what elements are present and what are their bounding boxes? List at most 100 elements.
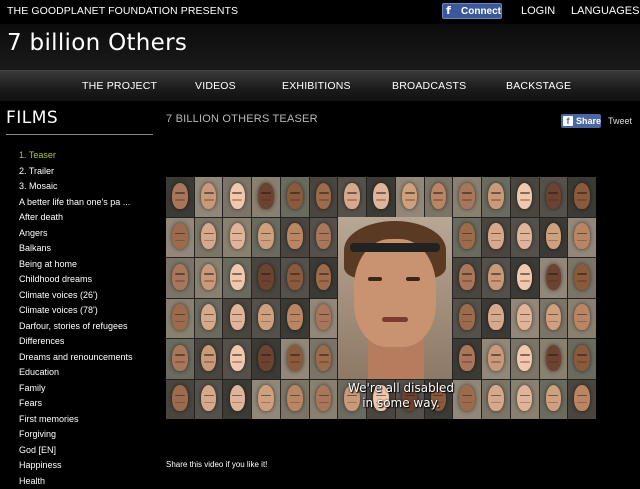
languages-label: LANGUAGES: [571, 5, 639, 17]
film-list-item[interactable]: Climate voices (26'): [19, 288, 133, 304]
film-list-item[interactable]: Climate voices (78'): [19, 303, 133, 319]
mosaic-face: [166, 299, 194, 339]
film-list-item[interactable]: Angers: [19, 226, 133, 242]
mosaic-face: [540, 339, 568, 379]
mosaic-face: [482, 258, 510, 298]
mosaic-face: [310, 299, 338, 339]
mosaic-face: [166, 258, 194, 298]
film-list-item[interactable]: 3. Mosaic: [19, 179, 133, 195]
mosaic-face: [195, 299, 223, 339]
mosaic-face: [453, 339, 481, 379]
mosaic-face: [223, 299, 251, 339]
mosaic-face: [252, 218, 280, 258]
nav-backstage[interactable]: BACKSTAGE: [506, 80, 571, 92]
film-list-item[interactable]: After death: [19, 210, 133, 226]
mosaic-face: [425, 177, 453, 217]
languages-menu[interactable]: LANGUAGES▼: [571, 5, 640, 17]
nav-broadcasts[interactable]: BROADCASTS: [392, 80, 466, 92]
mosaic-face: [281, 339, 309, 379]
film-list-item[interactable]: A better life than one's pa ...: [19, 195, 133, 211]
share-label: Share: [576, 116, 601, 126]
facebook-icon: f: [444, 4, 453, 18]
mosaic-face: [453, 218, 481, 258]
video-subtitle: We're all disabled in some way.: [326, 381, 476, 411]
nav-the-project[interactable]: THE PROJECT: [82, 80, 157, 92]
mosaic-face: [482, 177, 510, 217]
mosaic-face: [568, 339, 596, 379]
mosaic-face: [511, 218, 539, 258]
film-list-item[interactable]: Education: [19, 365, 133, 381]
mosaic-face: [511, 299, 539, 339]
mosaic-face: [310, 218, 338, 258]
facebook-share-button[interactable]: f Share: [561, 114, 601, 128]
mosaic-face: [511, 258, 539, 298]
mosaic-face: [568, 258, 596, 298]
login-link[interactable]: LOGIN: [521, 5, 555, 17]
mosaic-face: [195, 258, 223, 298]
films-heading: FILMS: [6, 108, 58, 128]
film-list-item[interactable]: Darfour, stories of refugees: [19, 319, 133, 335]
film-list-item[interactable]: Health: [19, 474, 133, 489]
film-list-item[interactable]: Fears: [19, 396, 133, 412]
film-list-item[interactable]: Being at home: [19, 257, 133, 273]
mosaic-face: [540, 177, 568, 217]
facebook-icon: f: [563, 116, 573, 126]
film-list-item[interactable]: First memories: [19, 412, 133, 428]
mosaic-face: [396, 177, 424, 217]
films-divider: [6, 134, 153, 135]
mosaic-face: [195, 177, 223, 217]
film-list-item[interactable]: Dreams and renouncements: [19, 350, 133, 366]
mosaic-face: [540, 218, 568, 258]
nav-exhibitions[interactable]: EXHIBITIONS: [282, 80, 351, 92]
mosaic-face: [281, 218, 309, 258]
mosaic-face: [482, 299, 510, 339]
video-title: 7 BILLION OTHERS TEASER: [166, 113, 318, 125]
mosaic-face: [511, 177, 539, 217]
mosaic-face: [223, 380, 251, 420]
mosaic-face: [223, 177, 251, 217]
mosaic-face: [310, 177, 338, 217]
mosaic-face: [568, 218, 596, 258]
mosaic-face: [540, 380, 568, 420]
mosaic-face: [223, 258, 251, 298]
film-list-item[interactable]: Happiness: [19, 458, 133, 474]
mosaic-face: [252, 380, 280, 420]
mosaic-face: [482, 380, 510, 420]
mosaic-face: [511, 380, 539, 420]
mosaic-face: [482, 218, 510, 258]
mosaic-face: [453, 258, 481, 298]
mosaic-face: [568, 299, 596, 339]
share-prompt: Share this video if you like it!: [166, 460, 267, 469]
subtitle-line-2: in some way.: [326, 396, 476, 411]
mosaic-face: [166, 177, 194, 217]
mosaic-face: [166, 218, 194, 258]
mosaic-face: [310, 258, 338, 298]
subtitle-line-1: We're all disabled: [326, 381, 476, 396]
video-player[interactable]: We're all disabled in some way.: [166, 177, 596, 419]
film-list-item[interactable]: God [EN]: [19, 443, 133, 459]
facebook-connect-button[interactable]: f Connect: [442, 3, 502, 19]
connect-label: Connect: [461, 6, 501, 17]
film-list-item[interactable]: Forgiving: [19, 427, 133, 443]
mosaic-face: [195, 380, 223, 420]
tweet-button[interactable]: Tweet: [608, 116, 632, 126]
mosaic-face: [252, 258, 280, 298]
mosaic-face: [223, 218, 251, 258]
mosaic-face: [281, 380, 309, 420]
mosaic-face: [310, 339, 338, 379]
film-list-item[interactable]: Childhood dreams: [19, 272, 133, 288]
site-title[interactable]: 7 billion Others: [7, 30, 187, 56]
mosaic-face: [568, 380, 596, 420]
film-list-item[interactable]: Differences: [19, 334, 133, 350]
mosaic-face: [482, 339, 510, 379]
film-list-item[interactable]: Balkans: [19, 241, 133, 257]
mosaic-face: [540, 258, 568, 298]
film-list-item[interactable]: 1. Teaser: [19, 148, 133, 164]
mosaic-face: [252, 299, 280, 339]
film-list: 1. Teaser2. Trailer3. MosaicA better lif…: [19, 148, 133, 489]
film-list-item[interactable]: Family: [19, 381, 133, 397]
nav-videos[interactable]: VIDEOS: [195, 80, 236, 92]
film-list-item[interactable]: 2. Trailer: [19, 164, 133, 180]
mosaic-face: [252, 177, 280, 217]
mosaic-face: [281, 299, 309, 339]
